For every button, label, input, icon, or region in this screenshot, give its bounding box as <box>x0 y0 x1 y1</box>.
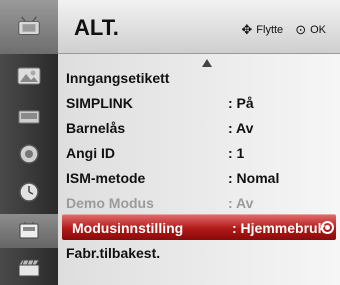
menu-item-modusinnstilling-selected[interactable]: Modusinnstilling : Hjemmebruk <box>62 214 336 240</box>
tv-menu-screen: ALT. ✥ Flytte ⊙ OK Inngangsetikett SIMPL… <box>0 0 340 285</box>
page-title: ALT. <box>74 15 119 40</box>
menu-header: ALT. ✥ Flytte ⊙ OK <box>58 0 340 54</box>
rail-item-audio[interactable] <box>0 98 58 134</box>
menu-item-fabr-tilbakest[interactable]: Fabr.tilbakest. <box>58 241 340 265</box>
menu-category-rail <box>0 0 58 285</box>
rail-item-input[interactable] <box>0 250 58 285</box>
ok-hint-label: OK <box>310 24 326 36</box>
navigation-hint: ✥ Flytte ⊙ OK <box>241 22 326 38</box>
rail-item-sound[interactable] <box>0 136 58 172</box>
time-icon <box>16 181 42 203</box>
menu-item-label: Angi ID <box>66 145 115 161</box>
ok-button-icon: ⊙ <box>295 22 307 37</box>
speaker-icon <box>16 143 42 165</box>
move-arrows-icon: ✥ <box>241 22 253 37</box>
menu-item-label: Demo Modus <box>66 195 154 211</box>
menu-item-label: Fabr.tilbakest. <box>66 245 161 261</box>
menu-item-value: : Av <box>228 120 254 136</box>
menu-item-value: : Av <box>228 195 254 211</box>
menu-item-demo-modus: Demo Modus : Av <box>58 191 340 215</box>
menu-item-label: Inngangsetikett <box>66 70 170 86</box>
rail-item-picture[interactable] <box>0 58 58 94</box>
antenna-setup-icon <box>16 16 42 38</box>
rail-item-setup[interactable] <box>0 0 58 54</box>
rail-item-options[interactable] <box>0 214 58 248</box>
input-icon <box>16 257 42 279</box>
menu-item-value: : Hjemmebruk <box>232 220 326 236</box>
menu-item-angi-id[interactable]: Angi ID : 1 <box>58 141 340 165</box>
menu-item-ism-metode[interactable]: ISM-metode : Nomal <box>58 166 340 190</box>
menu-item-label: ISM-metode <box>66 170 146 186</box>
selected-radio-icon <box>321 221 334 234</box>
menu-item-simplink[interactable]: SIMPLINK : På <box>58 91 340 115</box>
options-icon <box>16 220 42 242</box>
options-menu-panel: Inngangsetikett SIMPLINK : På Barnelås :… <box>58 54 340 285</box>
menu-item-barnelas[interactable]: Barnelås : Av <box>58 116 340 140</box>
menu-item-inngangsetikett[interactable]: Inngangsetikett <box>58 66 340 90</box>
menu-item-value: : Nomal <box>228 170 280 186</box>
menu-item-value: : På <box>228 95 254 111</box>
move-hint-label: Flytte <box>256 24 284 36</box>
menu-item-label: Barnelås <box>66 120 126 136</box>
picture-icon <box>16 65 42 87</box>
menu-item-label: SIMPLINK <box>66 95 133 111</box>
rail-item-time[interactable] <box>0 174 58 210</box>
menu-item-value: : 1 <box>228 145 245 161</box>
audio-icon <box>16 105 42 127</box>
menu-item-label: Modusinnstilling <box>72 220 184 236</box>
